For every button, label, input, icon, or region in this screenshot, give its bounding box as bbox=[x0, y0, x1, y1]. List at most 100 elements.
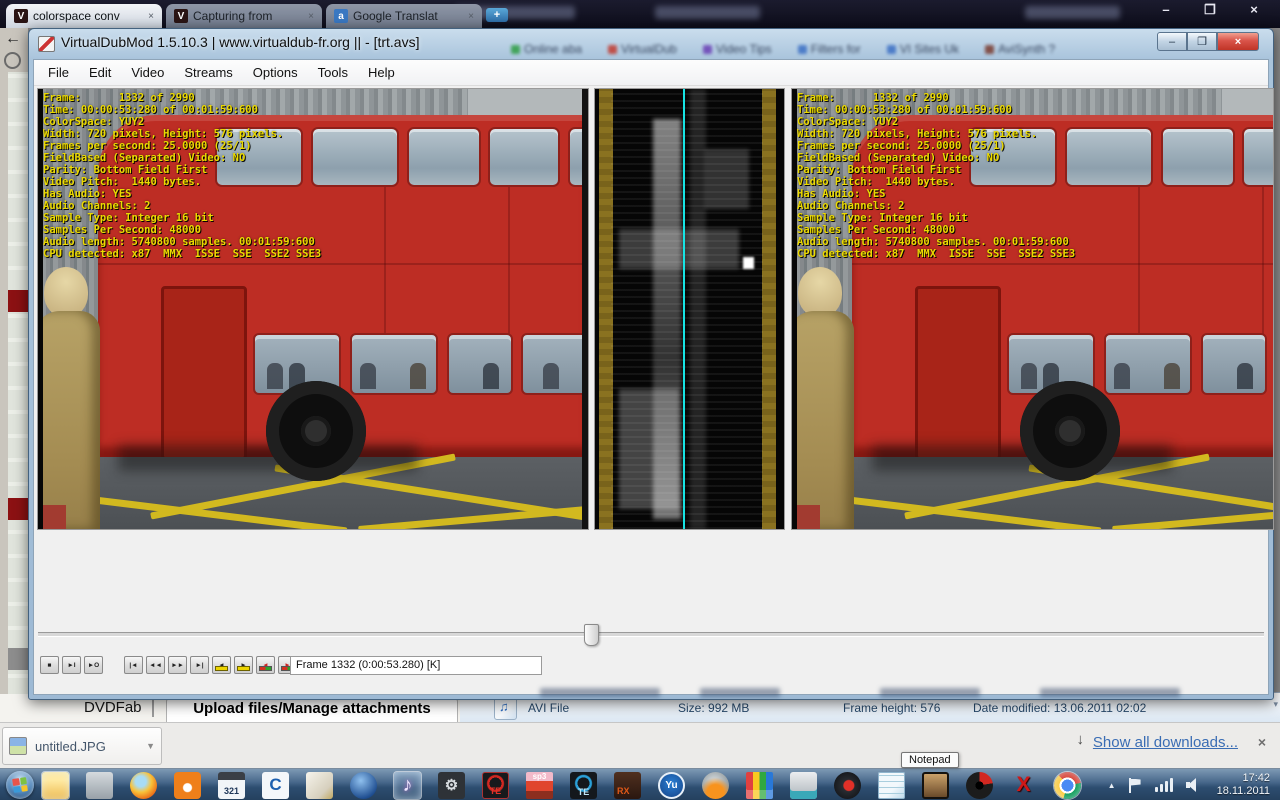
bus-lower-window bbox=[1104, 333, 1192, 395]
browser-back-button[interactable]: ← bbox=[2, 30, 24, 48]
scope-right-band bbox=[762, 89, 776, 529]
bookmark-item[interactable]: Video Tips bbox=[702, 42, 772, 56]
tab-favicon: a bbox=[334, 9, 348, 23]
new-tab-button[interactable]: + bbox=[486, 8, 508, 22]
avi-file-icon bbox=[494, 697, 517, 720]
background-window-title bbox=[1025, 6, 1120, 19]
sp3-app-icon[interactable]: sp3 bbox=[526, 771, 553, 799]
prev-scene-button[interactable]: ◄ bbox=[256, 656, 275, 674]
tray-expand-icon[interactable]: ▲ bbox=[1108, 781, 1116, 790]
chrome-icon[interactable] bbox=[1054, 771, 1081, 799]
menu-item[interactable]: Help bbox=[358, 62, 405, 83]
bookmark-label: Filters for bbox=[810, 42, 861, 56]
shelf-close-icon[interactable]: × bbox=[1258, 734, 1266, 750]
background-text bbox=[540, 688, 660, 697]
tab-close-icon[interactable]: × bbox=[148, 11, 154, 22]
bookmark-item[interactable]: AviSynth ? bbox=[985, 42, 1055, 56]
network-signal-icon[interactable] bbox=[1154, 778, 1173, 792]
bookmark-favicon bbox=[702, 44, 712, 54]
show-all-downloads-link[interactable]: Show all downloads... bbox=[1093, 734, 1238, 751]
tab-close-icon[interactable]: × bbox=[468, 11, 474, 22]
menu-item[interactable]: Options bbox=[243, 62, 308, 83]
windows-explorer-icon[interactable] bbox=[42, 771, 69, 799]
bus-upper-window bbox=[311, 127, 399, 187]
menu-item[interactable]: Streams bbox=[174, 62, 242, 83]
volume-icon[interactable] bbox=[1185, 777, 1204, 793]
download-caret-icon[interactable]: ▼ bbox=[146, 741, 155, 751]
blue-orb-app-icon[interactable] bbox=[350, 771, 377, 799]
action-center-flag-icon[interactable] bbox=[1128, 777, 1142, 793]
browser-minimize-button[interactable]: – bbox=[1152, 2, 1180, 18]
red-dial-app-icon[interactable] bbox=[834, 771, 861, 799]
next-keyframe-button[interactable]: ► bbox=[234, 656, 253, 674]
firefox-icon[interactable] bbox=[130, 771, 157, 799]
overlay-line: Video Pitch: 1440 bytes. bbox=[43, 176, 202, 188]
bookmark-favicon bbox=[511, 44, 520, 54]
comodo-icon[interactable]: C bbox=[262, 771, 289, 799]
menu-item[interactable]: File bbox=[38, 62, 79, 83]
color-blocks-app-icon[interactable] bbox=[746, 771, 773, 799]
menu-item[interactable]: Edit bbox=[79, 62, 121, 83]
bookmark-item[interactable]: VirtualDub bbox=[608, 42, 677, 56]
scanner-app-icon[interactable] bbox=[790, 771, 817, 799]
scroll-arrow-icon[interactable]: ▾ bbox=[1273, 699, 1278, 710]
disc-app-icon[interactable] bbox=[966, 771, 993, 799]
browser-restore-button[interactable]: ❐ bbox=[1196, 2, 1224, 18]
red-x-app-icon[interactable]: X bbox=[1010, 772, 1037, 799]
browser-tab[interactable]: V colorspace conv × bbox=[6, 4, 162, 28]
browser-close-button[interactable]: × bbox=[1240, 2, 1268, 18]
output-video-pane: Frame: 1332 of 2990 Time: 00:00:53:280 of… bbox=[791, 88, 1274, 530]
bookmark-item[interactable]: Filters for bbox=[797, 42, 861, 56]
menu-item[interactable]: Tools bbox=[308, 62, 358, 83]
browser-tab[interactable]: V Capturing from × bbox=[166, 4, 322, 28]
image-viewer-icon[interactable] bbox=[922, 771, 949, 799]
pedestrian bbox=[38, 267, 104, 529]
goto-start-button[interactable]: |◄ bbox=[124, 656, 143, 674]
bus-lower-window bbox=[521, 333, 588, 395]
feeddemon-icon[interactable] bbox=[174, 771, 201, 799]
overlay-line: Has Audio: YES bbox=[43, 188, 132, 200]
menu-item[interactable]: Video bbox=[121, 62, 174, 83]
page-content-strip bbox=[8, 72, 28, 722]
tab-favicon: V bbox=[14, 9, 28, 23]
browser-tab[interactable]: a Google Translat × bbox=[326, 4, 482, 28]
play-output-button[interactable]: ►O bbox=[84, 656, 103, 674]
seek-slider-track[interactable] bbox=[38, 632, 1264, 637]
prev-keyframe-button[interactable]: ◄ bbox=[212, 656, 231, 674]
te-dial-app-icon[interactable]: TE bbox=[482, 771, 509, 799]
yu-app-icon[interactable]: Yu bbox=[658, 771, 685, 799]
bus-upper-window bbox=[407, 127, 481, 187]
browser-tab-strip: V colorspace conv × V Capturing from × a… bbox=[0, 0, 1280, 28]
goto-end-button[interactable]: ►| bbox=[190, 656, 209, 674]
minimize-button[interactable]: – bbox=[1157, 32, 1187, 51]
mail-icon[interactable] bbox=[306, 771, 333, 799]
seek-slider-thumb[interactable] bbox=[584, 624, 599, 646]
overlay-line: Samples Per Second: 48000 bbox=[43, 224, 202, 236]
clock[interactable]: 17:42 18.11.2011 bbox=[1217, 772, 1270, 798]
bookmark-item[interactable]: Online aba bbox=[511, 42, 582, 56]
dvdfab-label[interactable]: DVDFab bbox=[84, 699, 142, 716]
overlay-line: Parity: Bottom Field First bbox=[797, 164, 962, 176]
browser-reload-icon[interactable] bbox=[4, 52, 21, 69]
step-back-button[interactable]: ◄◄ bbox=[146, 656, 165, 674]
notepad-icon[interactable] bbox=[878, 771, 905, 799]
fire-globe-app-icon[interactable] bbox=[702, 771, 729, 799]
media-player-classic-icon[interactable]: 321 bbox=[218, 771, 245, 799]
start-button[interactable] bbox=[6, 771, 34, 799]
download-item-button[interactable]: untitled.JPG ▼ bbox=[2, 727, 162, 765]
bookmark-item[interactable]: VI Sites Uk bbox=[886, 42, 959, 56]
stop-button[interactable]: ■ bbox=[40, 656, 59, 674]
drive-utility-icon[interactable] bbox=[86, 771, 113, 799]
tab-favicon: V bbox=[174, 9, 188, 23]
music-app-icon[interactable]: ♪ bbox=[394, 771, 421, 799]
qte-dial-app-icon[interactable]: TE bbox=[570, 771, 597, 799]
gears-app-icon[interactable]: ⚙ bbox=[438, 771, 465, 799]
play-input-button[interactable]: ►I bbox=[62, 656, 81, 674]
step-forward-button[interactable]: ►► bbox=[168, 656, 187, 674]
download-filename: untitled.JPG bbox=[35, 738, 106, 754]
tab-close-icon[interactable]: × bbox=[308, 11, 314, 22]
close-button[interactable]: × bbox=[1217, 32, 1259, 51]
rx-app-icon[interactable]: RX bbox=[614, 771, 641, 799]
maximize-button[interactable]: ❐ bbox=[1187, 32, 1217, 51]
title-bar[interactable]: VirtualDubMod 1.5.10.3 | www.virtualdub-… bbox=[29, 29, 1273, 59]
